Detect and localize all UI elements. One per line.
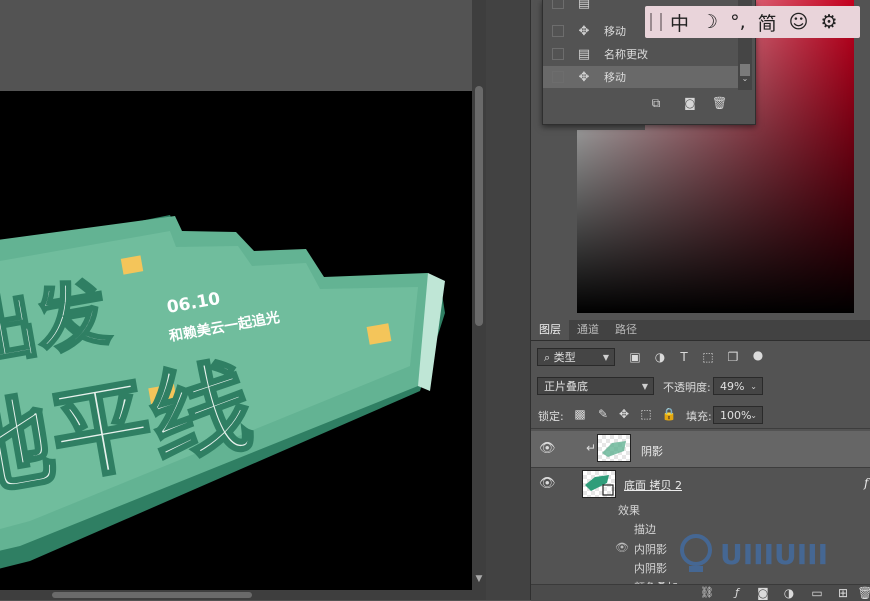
history-snapshot-checkbox[interactable]: [552, 0, 564, 9]
new-snapshot-icon[interactable]: ⧉: [649, 96, 663, 110]
ime-drag-handle[interactable]: [650, 13, 662, 31]
effects-label: 效果: [618, 504, 640, 517]
ime-emoji-icon[interactable]: ☺: [789, 11, 809, 33]
new-group-icon[interactable]: ▭: [809, 585, 825, 601]
document-icon: ▤: [577, 46, 591, 62]
document-icon: ▤: [577, 0, 591, 11]
visibility-eye-icon[interactable]: 👁: [539, 476, 556, 492]
layer-name[interactable]: 阴影: [641, 443, 663, 459]
lock-image-pixels-icon[interactable]: ✎: [595, 406, 611, 422]
history-item-label: 移动: [604, 25, 626, 38]
document-canvas[interactable]: 06.10 和赖美云一起追光 出发 地平线: [0, 91, 472, 590]
filter-adjustment-icon[interactable]: ◑: [652, 349, 668, 365]
adjustment-layer-icon[interactable]: ◑: [781, 585, 797, 601]
layer-thumbnail[interactable]: [582, 470, 616, 498]
add-mask-icon[interactable]: ◙: [755, 585, 771, 601]
effect-item-stroke[interactable]: 描边: [634, 521, 656, 537]
watermark-bulb-icon: UIIIUIII: [680, 534, 828, 572]
clipping-mask-arrow-icon: ↵: [586, 441, 597, 455]
history-item[interactable]: ▤ 名称更改: [543, 43, 739, 65]
artwork-graphic: 06.10 和赖美云一起追光 出发 地平线: [0, 215, 445, 569]
ime-settings-icon[interactable]: ⚙: [820, 11, 837, 33]
layer-thumbnail-graphic: [602, 441, 626, 457]
filter-type-icon[interactable]: T: [676, 349, 692, 365]
filter-shape-icon[interactable]: ⬚: [700, 349, 716, 365]
ime-moon-icon[interactable]: ☽: [701, 11, 718, 33]
history-snapshot-checkbox[interactable]: [552, 48, 564, 60]
layer-name[interactable]: 底面 拷贝 2: [624, 477, 682, 493]
filter-smart-object-icon[interactable]: ❐: [725, 349, 741, 365]
ime-simplified-icon[interactable]: 简: [758, 9, 777, 36]
filter-toggle-icon[interactable]: ●: [750, 347, 766, 363]
watermark-text: UIIIUIII: [720, 538, 828, 571]
lock-transparent-pixels-icon[interactable]: ▩: [572, 406, 588, 422]
move-icon: ✥: [578, 69, 590, 85]
lock-position-icon[interactable]: ✥: [616, 406, 632, 422]
layer-row-selected[interactable]: [531, 431, 870, 467]
chevron-down-icon: ▼: [641, 382, 648, 391]
blend-mode-value: 正片叠底: [544, 380, 588, 393]
lock-label: 锁定:: [538, 410, 564, 423]
ime-punctuation-icon[interactable]: °,: [730, 11, 746, 33]
fill-label: 填充:: [686, 410, 712, 423]
move-icon: ✥: [578, 23, 590, 39]
new-layer-icon[interactable]: ⊞: [835, 585, 851, 601]
history-item-label: 移动: [604, 71, 626, 84]
vertical-scrollbar-thumb[interactable]: [475, 86, 483, 326]
lock-artboard-icon[interactable]: ⬚: [638, 406, 654, 422]
ime-toolbar: 中 ☽ °, 简 ☺ ⚙: [645, 6, 860, 38]
opacity-input[interactable]: 49% ⌄: [713, 377, 763, 395]
effect-item-inner-shadow[interactable]: 内阴影: [634, 541, 667, 557]
layer-thumbnail-graphic: [585, 475, 614, 496]
link-layers-icon[interactable]: ⛓: [699, 585, 715, 601]
panel-dock-strip: [486, 0, 530, 600]
scroll-down-arrow-icon[interactable]: ▼: [474, 574, 484, 586]
visibility-eye-icon[interactable]: 👁: [539, 441, 556, 457]
chevron-down-icon: ⌄: [750, 411, 757, 420]
trash-icon[interactable]: 🗑: [712, 96, 727, 110]
effect-visibility-eye-icon[interactable]: 👁: [614, 540, 630, 556]
camera-icon[interactable]: ◙: [683, 96, 697, 110]
history-item-label: 名称更改: [604, 48, 648, 61]
history-scroll-down-icon[interactable]: ⌄: [739, 74, 751, 86]
delete-layer-icon[interactable]: 🗑: [857, 585, 870, 601]
add-style-icon[interactable]: ƒ: [729, 585, 745, 601]
watermark-logo: UIIIUIII: [676, 532, 856, 582]
search-icon: ⌕: [544, 351, 554, 364]
ime-chinese-mode-icon[interactable]: 中: [670, 9, 689, 36]
tab-channels[interactable]: 通道: [569, 320, 607, 340]
fx-indicator-icon[interactable]: f: [864, 476, 868, 490]
layer-filter-value: 类型: [553, 351, 576, 364]
opacity-label: 不透明度:: [663, 381, 711, 394]
lock-all-icon[interactable]: 🔒: [661, 406, 677, 422]
layers-panel-footer: ⛓ ƒ ◙ ◑ ▭ ⊞ 🗑: [531, 584, 870, 601]
fill-input[interactable]: 100% ⌄: [713, 406, 763, 424]
opacity-value: 49%: [720, 380, 745, 393]
history-snapshot-checkbox[interactable]: [552, 71, 564, 83]
divider: [531, 428, 870, 429]
history-footer: ⧉ ◙ 🗑: [543, 92, 753, 114]
filter-pixel-icon[interactable]: ▣: [627, 349, 643, 365]
tab-layers[interactable]: 图层: [531, 320, 569, 340]
history-item-selected[interactable]: ✥ 移动: [543, 66, 739, 88]
horizontal-scrollbar-thumb[interactable]: [52, 592, 252, 598]
history-snapshot-checkbox[interactable]: [552, 25, 564, 37]
layer-filter-dropdown[interactable]: ⌕ 类型 ▼: [537, 348, 615, 366]
layer-thumbnail[interactable]: [597, 434, 631, 462]
effect-item-inner-shadow[interactable]: 内阴影: [634, 560, 667, 576]
tab-paths[interactable]: 路径: [607, 320, 645, 340]
layers-panel-tabs: 图层 通道 路径: [531, 320, 870, 341]
chevron-down-icon: ▼: [602, 353, 609, 362]
gold-cube-3: [366, 323, 392, 345]
fill-value: 100%: [720, 409, 752, 422]
blend-mode-dropdown[interactable]: 正片叠底 ▼: [537, 377, 654, 395]
chevron-down-icon: ⌄: [750, 382, 757, 391]
gold-cube-1: [120, 255, 144, 275]
